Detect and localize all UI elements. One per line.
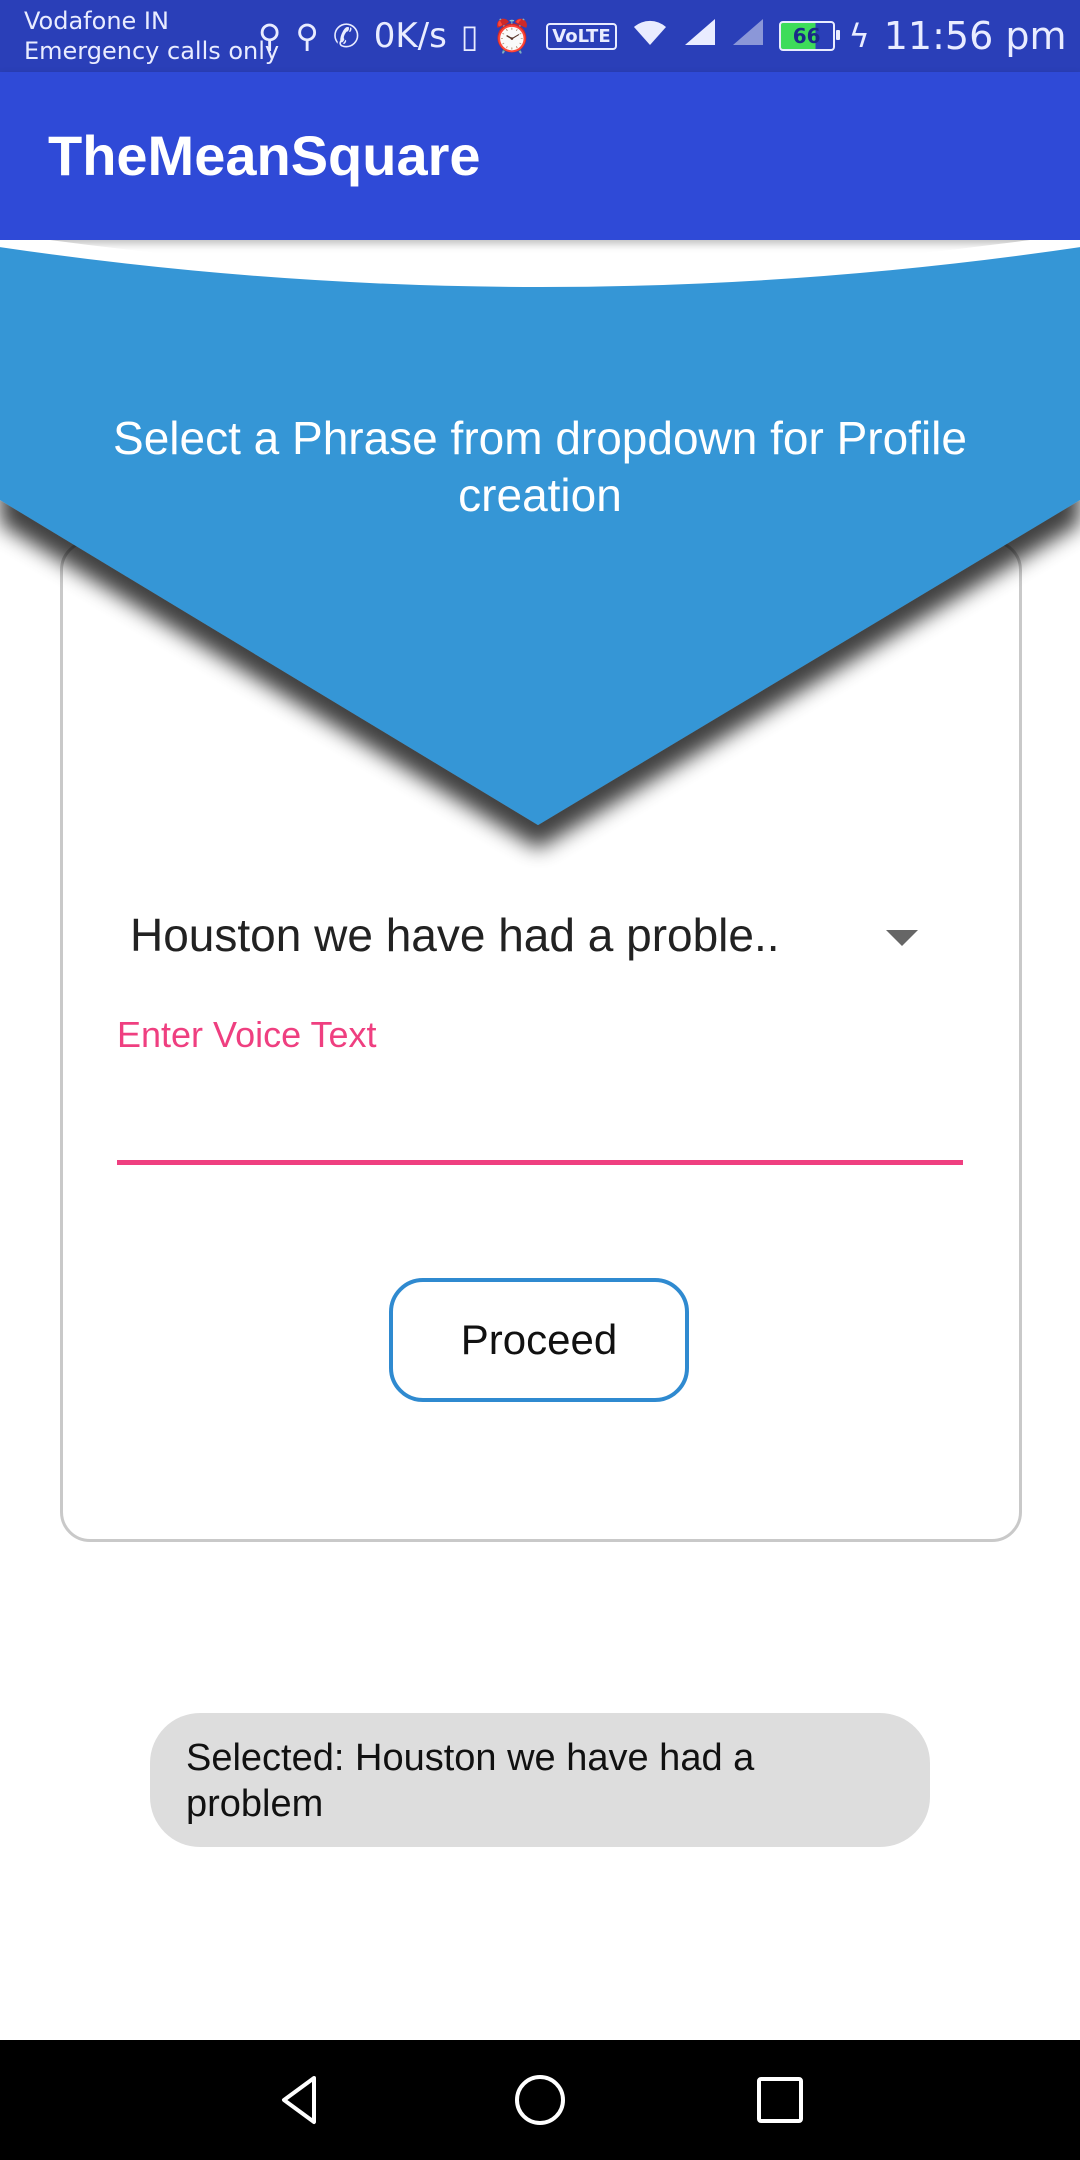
volte-icon: VoLTE [546,22,617,50]
alarm-icon: ⏰ [492,17,533,55]
carrier-info: Vodafone IN Emergency calls only [24,6,279,66]
network-speed: 0K/s [373,16,447,56]
emergency-text: Emergency calls only [24,37,280,65]
usb-icon: ⚲ [258,17,282,55]
charging-icon: ϟ [848,17,870,55]
app-bar: TheMeanSquare [0,72,1080,240]
dropdown-arrow-icon [886,930,918,946]
phrase-dropdown[interactable]: Houston we have had a proble.. [112,900,942,980]
voice-text-input[interactable] [117,1060,963,1165]
vibrate-icon: ▯ [460,17,479,55]
wifi-icon [631,17,669,55]
app-title: TheMeanSquare [48,124,481,187]
clock: 11:56 pm [883,14,1067,58]
voice-text-label: Enter Voice Text [117,1014,377,1055]
back-icon[interactable] [270,2070,330,2130]
carrier-name: Vodafone IN [24,7,169,35]
signal-icon [683,17,717,55]
proceed-button[interactable]: Proceed [389,1278,689,1402]
status-bar: Vodafone IN Emergency calls only ⚲ ⚲ ✆ 0… [0,0,1080,72]
battery-icon: 66 [778,21,840,51]
signal-icon [731,17,765,55]
header-banner [0,240,1080,825]
phrase-selected-value: Houston we have had a proble.. [130,909,780,961]
selection-toast: Selected: Houston we have had a problem [150,1713,930,1847]
whatsapp-icon: ✆ [332,17,360,55]
home-icon[interactable] [510,2070,570,2130]
navigation-bar [0,2040,1080,2160]
recents-icon[interactable] [750,2070,810,2130]
banner-instruction: Select a Phrase from dropdown for Profil… [113,412,967,521]
status-icons: ⚲ ⚲ ✆ 0K/s ▯ ⏰ VoLTE 66 ϟ 11:56 pm [258,12,1066,60]
usb-icon: ⚲ [295,17,319,55]
